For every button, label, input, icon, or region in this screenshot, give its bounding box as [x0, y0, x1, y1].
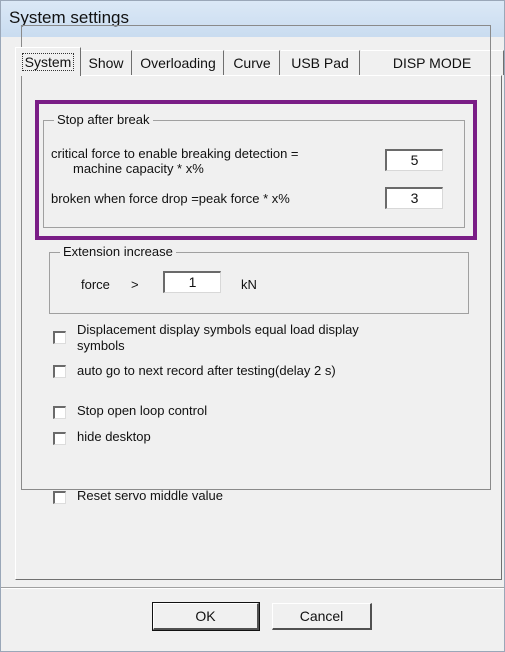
auto-next-record-checkbox[interactable]	[53, 365, 66, 378]
ok-button[interactable]: OK	[152, 602, 260, 631]
reset-servo-checkbox[interactable]	[53, 491, 66, 504]
extension-increase-legend: Extension increase	[60, 244, 176, 260]
reset-servo-label: Reset servo middle value	[77, 488, 223, 503]
stop-open-loop-checkbox[interactable]	[53, 406, 66, 419]
displacement-symbols-label-line2: symbols	[77, 338, 125, 353]
tab-system[interactable]: System	[15, 47, 81, 76]
separator-highlight	[1, 588, 504, 589]
displacement-symbols-checkbox[interactable]	[53, 331, 66, 344]
cancel-button[interactable]: Cancel	[272, 603, 372, 630]
hide-desktop-label: hide desktop	[77, 429, 151, 444]
extension-increase-group: Extension increase	[49, 244, 469, 314]
stop-open-loop-label: Stop open loop control	[77, 403, 208, 418]
hide-desktop-checkbox[interactable]	[53, 432, 66, 445]
displacement-symbols-label: Displacement display symbols equal load …	[77, 322, 359, 337]
highlight-box	[35, 100, 477, 240]
greater-than-symbol: >	[131, 277, 139, 292]
force-label: force	[81, 277, 110, 292]
force-unit-label: kN	[241, 277, 257, 292]
auto-next-record-label: auto go to next record after testing(del…	[77, 363, 336, 378]
tab-system-label: System	[21, 53, 75, 71]
settings-dialog: System settings System Show Overloading …	[0, 0, 505, 652]
force-threshold-input[interactable]: 1	[163, 271, 221, 293]
